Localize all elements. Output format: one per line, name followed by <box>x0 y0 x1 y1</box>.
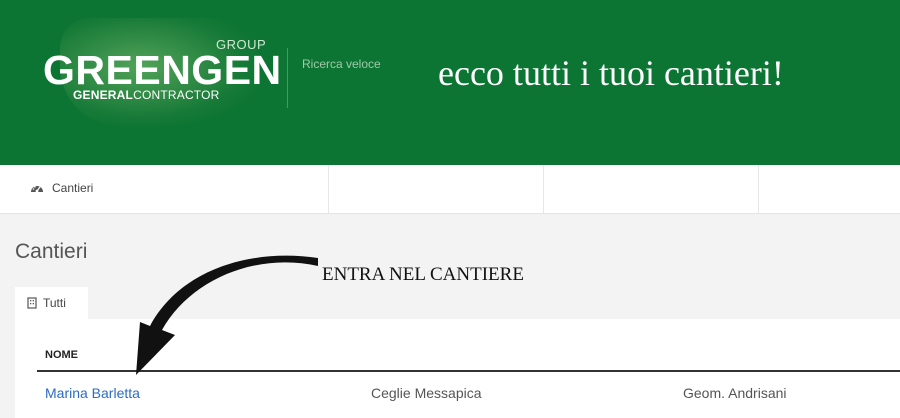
row-name-link[interactable]: Marina Barletta <box>45 385 140 401</box>
app-header: GROUP GREENGEN GENERALCONTRACTOR Ricerca… <box>0 0 900 165</box>
table-header-rule <box>37 370 900 372</box>
building-icon <box>27 297 37 309</box>
column-header-nome[interactable]: NOME <box>45 349 78 361</box>
nav-item-label: Cantieri <box>52 181 94 195</box>
nav-cell-empty-1 <box>328 165 544 213</box>
table-panel <box>15 319 900 418</box>
quick-search-input[interactable]: Ricerca veloce <box>302 57 381 71</box>
logo-subtitle-rest: CONTRACTOR <box>133 88 220 102</box>
nav-cell-cantieri[interactable]: Cantieri <box>0 165 329 213</box>
nav-item-cantieri[interactable]: Cantieri <box>30 181 93 195</box>
nav-cell-empty-2 <box>543 165 759 213</box>
page-title: Cantieri <box>15 240 88 263</box>
logo-wordmark[interactable]: GREENGEN <box>43 48 282 92</box>
tab-label: Tutti <box>43 296 66 310</box>
logo-subtitle-bold: GENERAL <box>73 88 134 102</box>
annotation-text: ENTRA NEL CANTIERE <box>322 264 524 285</box>
row-city-cell: Ceglie Messapica <box>371 385 482 401</box>
top-navbar: Cantieri <box>0 165 900 214</box>
dashboard-gauge-icon <box>31 186 43 193</box>
tab-tutti[interactable]: Tutti <box>15 287 88 319</box>
logo-subtitle: GENERALCONTRACTOR <box>73 88 220 102</box>
row-manager-cell: Geom. Andrisani <box>683 385 787 401</box>
overlay-title: ecco tutti i tuoi cantieri! <box>438 53 784 93</box>
header-divider <box>287 48 288 108</box>
